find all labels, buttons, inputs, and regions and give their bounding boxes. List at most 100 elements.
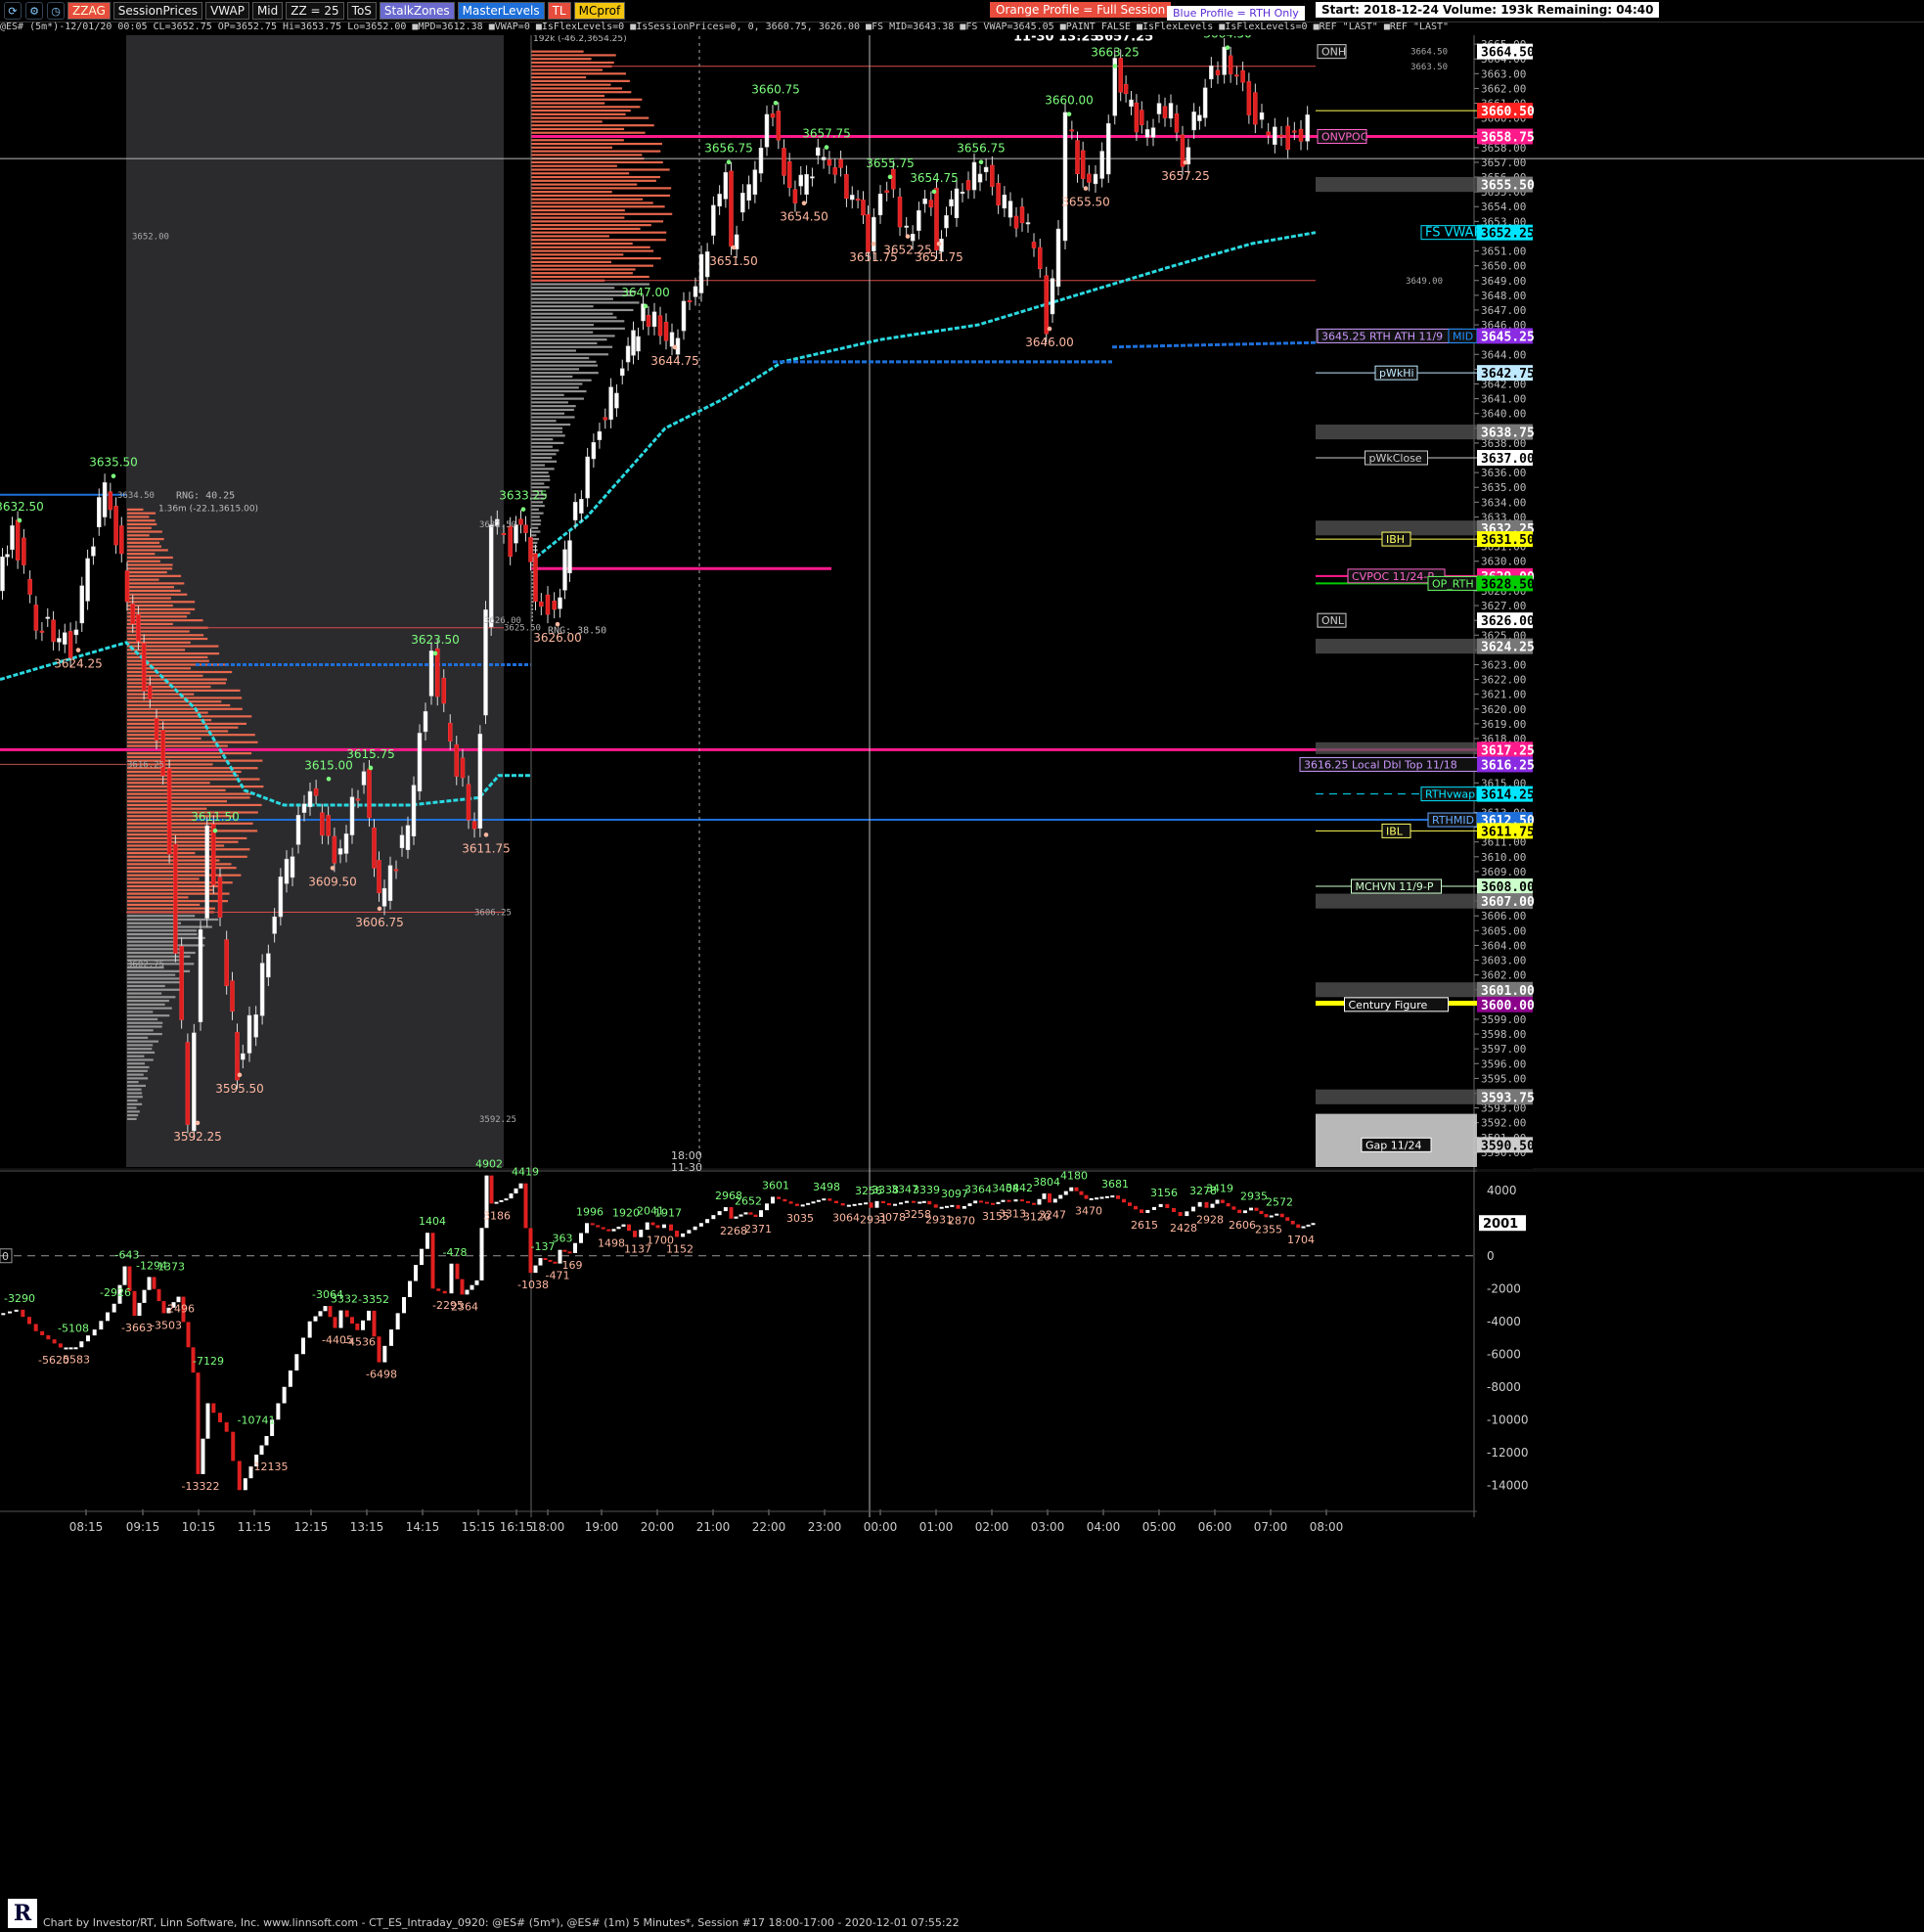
volume-profile-bar xyxy=(127,719,212,722)
delta-candle xyxy=(765,1203,769,1211)
price-tick-label: 3603.00 xyxy=(1481,955,1526,967)
delta-candle xyxy=(822,1198,827,1201)
candle xyxy=(591,441,597,460)
delta-candle xyxy=(1063,1191,1068,1195)
delta-candle xyxy=(389,1329,393,1346)
candle xyxy=(636,336,641,352)
volume-profile-bar xyxy=(127,1040,159,1043)
swing-label: 3647.00 xyxy=(621,286,670,299)
swing-marker xyxy=(195,1120,201,1126)
delta-label: 3442 xyxy=(1006,1182,1033,1194)
swing-marker xyxy=(330,866,336,871)
delta-candle xyxy=(132,1290,137,1317)
stalk-zones-button[interactable]: StalkZones xyxy=(379,2,455,20)
volume-profile-bar xyxy=(127,703,231,707)
volume-profile-bar xyxy=(127,700,222,703)
candle xyxy=(1002,194,1007,209)
candle xyxy=(723,172,729,200)
refresh-icon[interactable]: ⟳ xyxy=(4,2,22,20)
zzag-button[interactable]: ZZAG xyxy=(67,2,111,20)
volume-profile-bar xyxy=(127,1055,145,1057)
volume-profile-bar xyxy=(531,327,625,330)
delta-candle xyxy=(1249,1207,1253,1211)
candle xyxy=(320,812,325,836)
delta-candle xyxy=(777,1196,782,1199)
price-chart[interactable]: 2500.003590.003591.003592.003593.003594.… xyxy=(0,35,1924,1912)
delta-candle xyxy=(1306,1224,1311,1227)
level-tag: pWkHi xyxy=(1379,367,1414,380)
session-prices-button[interactable]: SessionPrices xyxy=(112,2,203,20)
vwap-button[interactable]: VWAP xyxy=(205,2,249,20)
volume-profile-bar xyxy=(531,305,594,308)
delta-candle xyxy=(1158,1203,1163,1207)
time-tick-label: 00:00 xyxy=(864,1520,898,1534)
volume-profile-bar xyxy=(531,438,554,441)
candle xyxy=(949,199,954,206)
candle xyxy=(1246,81,1252,115)
candle xyxy=(1305,114,1310,142)
level-tag: pWkClose xyxy=(1369,452,1422,465)
delta-candle xyxy=(1215,1199,1220,1204)
volume-profile-bar xyxy=(531,372,599,375)
candle xyxy=(1025,222,1031,225)
delta-candle xyxy=(1037,1198,1042,1205)
volume-profile-bar xyxy=(127,1003,165,1006)
delta-candle xyxy=(887,1203,891,1206)
clock-icon[interactable]: ◷ xyxy=(47,2,65,20)
volume-profile-bar xyxy=(531,393,564,396)
zz-button[interactable]: ZZ = 25 xyxy=(286,2,344,20)
volume-profile-bar xyxy=(127,686,211,689)
candle xyxy=(866,213,871,252)
price-tick-label: 3619.00 xyxy=(1481,718,1526,731)
tl-button[interactable]: TL xyxy=(547,2,571,20)
volume-profile-bar xyxy=(127,744,228,747)
delta-candle xyxy=(662,1224,666,1229)
mcprof-button[interactable]: MCprof xyxy=(573,2,626,20)
delta-candle xyxy=(864,1202,869,1205)
master-levels-button[interactable]: MasterLevels xyxy=(457,2,545,20)
volume-profile-bar xyxy=(127,611,191,614)
volume-profile-bar xyxy=(531,87,623,90)
profile-annotation: 1.36m (-22.1,3615.00) xyxy=(158,504,258,514)
volume-profile-bar xyxy=(127,1114,139,1117)
candle xyxy=(1162,106,1168,118)
volume-profile-bar xyxy=(531,530,541,533)
swing-label: 3654.50 xyxy=(780,210,828,224)
candle xyxy=(608,386,613,421)
delta-candle xyxy=(945,1205,949,1208)
candle xyxy=(284,858,290,884)
delta-label: -478 xyxy=(443,1246,468,1259)
candle xyxy=(441,677,446,704)
candle xyxy=(928,200,934,208)
mid-button[interactable]: Mid xyxy=(251,2,284,20)
candle xyxy=(1144,129,1150,138)
delta-candle xyxy=(985,1201,989,1204)
candle xyxy=(1050,278,1055,315)
swing-label: 3611.75 xyxy=(462,841,511,855)
volume-profile-bar xyxy=(127,755,222,758)
delta-candle xyxy=(650,1222,655,1226)
delta-candle xyxy=(307,1321,312,1338)
settings-icon[interactable]: ⚙ xyxy=(25,2,43,20)
delta-candle xyxy=(68,1347,73,1350)
delta-label: 2652 xyxy=(735,1194,762,1207)
volume-profile-bar xyxy=(531,120,603,123)
delta-candle xyxy=(538,1258,543,1266)
tos-button[interactable]: ToS xyxy=(346,2,377,20)
delta-candle xyxy=(858,1203,863,1206)
stalk-zone xyxy=(1316,893,1477,909)
swing-label: 3656.75 xyxy=(957,142,1006,156)
delta-label: 1404 xyxy=(419,1215,446,1228)
candle xyxy=(1134,102,1140,133)
lower-tick-label: -8000 xyxy=(1487,1380,1521,1394)
delta-label: -5108 xyxy=(58,1322,89,1334)
delta-candle xyxy=(748,1212,753,1215)
candle xyxy=(435,648,440,697)
volume-profile-bar xyxy=(127,530,162,533)
candle xyxy=(1191,112,1196,131)
volume-profile-bar xyxy=(531,205,665,208)
delta-candle xyxy=(553,1261,558,1264)
delta-candle xyxy=(601,1227,605,1230)
delta-candle xyxy=(899,1202,903,1205)
profile-level-label: 3649.00 xyxy=(1406,277,1443,287)
